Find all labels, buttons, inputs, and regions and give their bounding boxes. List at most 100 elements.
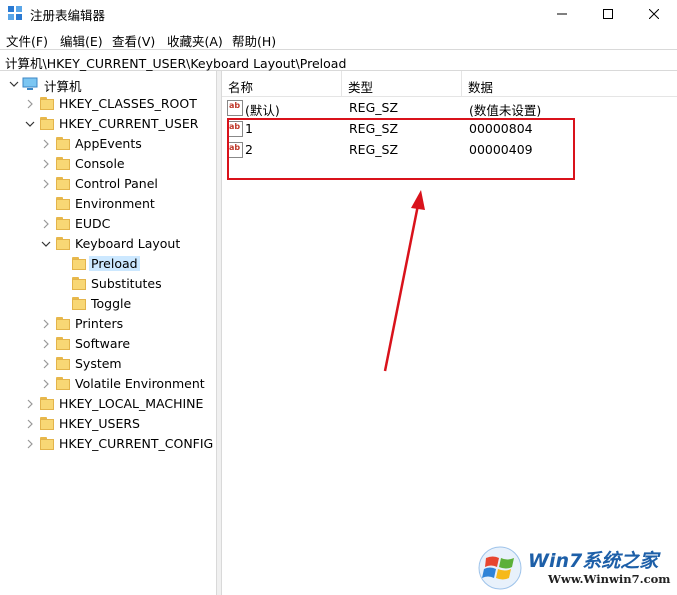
menu-file[interactable]: 文件(F) [6, 31, 48, 50]
chevron-right-icon[interactable] [24, 418, 36, 430]
chevron-right-icon[interactable] [40, 318, 52, 330]
chevron-right-icon[interactable] [40, 358, 52, 370]
folder-icon [56, 357, 70, 371]
tree-item-label: HKEY_USERS [59, 416, 140, 431]
tree-item-label: Keyboard Layout [75, 236, 181, 251]
menu-bar: 文件(F) 编辑(E) 查看(V) 收藏夹(A) 帮助(H) [0, 27, 677, 49]
folder-icon [56, 217, 70, 231]
tree-item-label: Preload [89, 256, 140, 271]
list-header: 名称 类型 数据 [222, 71, 677, 97]
tree-item-eudc[interactable]: EUDC [0, 214, 216, 234]
minimize-button[interactable] [539, 0, 585, 27]
tree-item-hkey-current-config[interactable]: HKEY_CURRENT_CONFIG [0, 434, 216, 454]
tree-item-hkey-current-user[interactable]: HKEY_CURRENT_USER [0, 114, 216, 134]
tree-item-software[interactable]: Software [0, 334, 216, 354]
tree-item-label: EUDC [75, 216, 111, 231]
tree-item-toggle[interactable]: Toggle [0, 294, 216, 314]
chevron-down-icon[interactable] [24, 118, 36, 130]
column-data-header[interactable]: 数据 [462, 71, 677, 97]
menu-favorites[interactable]: 收藏夹(A) [167, 31, 223, 50]
tree-item-console[interactable]: Console [0, 154, 216, 174]
column-name-header[interactable]: 名称 [222, 71, 342, 97]
chevron-right-icon[interactable] [40, 178, 52, 190]
chevron-right-icon[interactable] [40, 338, 52, 350]
menu-view[interactable]: 查看(V) [112, 31, 155, 50]
tree-item-keyboard-layout[interactable]: Keyboard Layout [0, 234, 216, 254]
folder-icon [56, 137, 70, 151]
tree-item-label: HKEY_CURRENT_USER [59, 116, 199, 131]
folder-icon [72, 277, 86, 291]
chevron-right-icon[interactable] [24, 398, 36, 410]
chevron-right-icon[interactable] [40, 158, 52, 170]
address-bar[interactable]: 计算机\HKEY_CURRENT_USER\Keyboard Layout\Pr… [0, 49, 677, 71]
tree-item-label: 计算机 [44, 79, 82, 94]
value-data: (数值未设置) [469, 103, 542, 118]
tree-item-label: HKEY_LOCAL_MACHINE [59, 396, 204, 411]
folder-icon [40, 97, 54, 111]
menu-help[interactable]: 帮助(H) [232, 31, 276, 50]
registry-tree[interactable]: 计算机 HKEY_CLASSES_ROOT HKEY_CURRENT_USER App… [0, 71, 217, 595]
maximize-button[interactable] [585, 0, 631, 27]
title-bar: 注册表编辑器 [0, 0, 677, 27]
tree-item-environment[interactable]: Environment [0, 194, 216, 214]
close-button[interactable] [631, 0, 677, 27]
tree-item-label: HKEY_CLASSES_ROOT [59, 96, 197, 111]
tree-item-preload[interactable]: Preload [0, 254, 216, 274]
value-name: (默认) [245, 103, 280, 118]
tree-item-label: Console [75, 156, 125, 171]
window-title: 注册表编辑器 [30, 8, 106, 23]
folder-icon [56, 317, 70, 331]
folder-icon [56, 377, 70, 391]
folder-icon [40, 117, 54, 131]
chevron-right-icon[interactable] [24, 98, 36, 110]
minimize-icon [557, 13, 567, 14]
chevron-right-icon[interactable] [40, 378, 52, 390]
computer-icon [22, 77, 38, 90]
folder-icon [56, 177, 70, 191]
tree-item-[interactable]: 计算机 [0, 74, 216, 94]
column-type-header[interactable]: 类型 [342, 71, 462, 97]
menu-edit[interactable]: 编辑(E) [60, 31, 103, 50]
folder-icon [40, 417, 54, 431]
tree-item-control-panel[interactable]: Control Panel [0, 174, 216, 194]
watermark-brand: Win7系统之家 [528, 550, 659, 572]
folder-icon [56, 237, 70, 251]
maximize-icon [603, 8, 613, 19]
tree-item-system[interactable]: System [0, 354, 216, 374]
tree-item-printers[interactable]: Printers [0, 314, 216, 334]
tree-item-hkey-local-machine[interactable]: HKEY_LOCAL_MACHINE [0, 394, 216, 414]
folder-icon [56, 157, 70, 171]
watermark: Win7系统之家 Www.Winwin7.com [478, 544, 674, 592]
tree-item-label: Substitutes [91, 276, 162, 291]
address-path[interactable]: 计算机\HKEY_CURRENT_USER\Keyboard Layout\Pr… [5, 53, 346, 72]
chevron-down-icon[interactable] [8, 78, 20, 90]
tree-item-label: AppEvents [75, 136, 142, 151]
tree-item-label: HKEY_CURRENT_CONFIG [59, 436, 214, 451]
regedit-app-icon [8, 6, 22, 20]
folder-icon [56, 337, 70, 351]
tree-item-label: System [75, 356, 122, 371]
tree-item-hkey-users[interactable]: HKEY_USERS [0, 414, 216, 434]
tree-item-label: Printers [75, 316, 124, 331]
chevron-down-icon[interactable] [40, 238, 52, 250]
tree-item-hkey-classes-root[interactable]: HKEY_CLASSES_ROOT [0, 94, 216, 114]
chevron-right-icon[interactable] [24, 438, 36, 450]
close-icon [649, 8, 659, 19]
chevron-right-icon[interactable] [40, 218, 52, 230]
tree-item-appevents[interactable]: AppEvents [0, 134, 216, 154]
folder-icon [56, 197, 70, 211]
tree-item-label: Control Panel [75, 176, 158, 191]
folder-icon [40, 397, 54, 411]
tree-item-label: Toggle [91, 296, 132, 311]
tree-item-label: Environment [75, 196, 155, 211]
windows-logo-icon [478, 546, 522, 590]
string-value-icon: ab [227, 100, 243, 116]
value-row[interactable]: ab (默认) REG_SZ (数值未设置) [222, 98, 677, 118]
tree-item-label: Volatile Environment [75, 376, 205, 391]
folder-icon [72, 297, 86, 311]
tree-item-substitutes[interactable]: Substitutes [0, 274, 216, 294]
folder-icon [72, 257, 86, 271]
annotation-highlight-box [227, 118, 575, 180]
tree-item-volatile-environment[interactable]: Volatile Environment [0, 374, 216, 394]
chevron-right-icon[interactable] [40, 138, 52, 150]
